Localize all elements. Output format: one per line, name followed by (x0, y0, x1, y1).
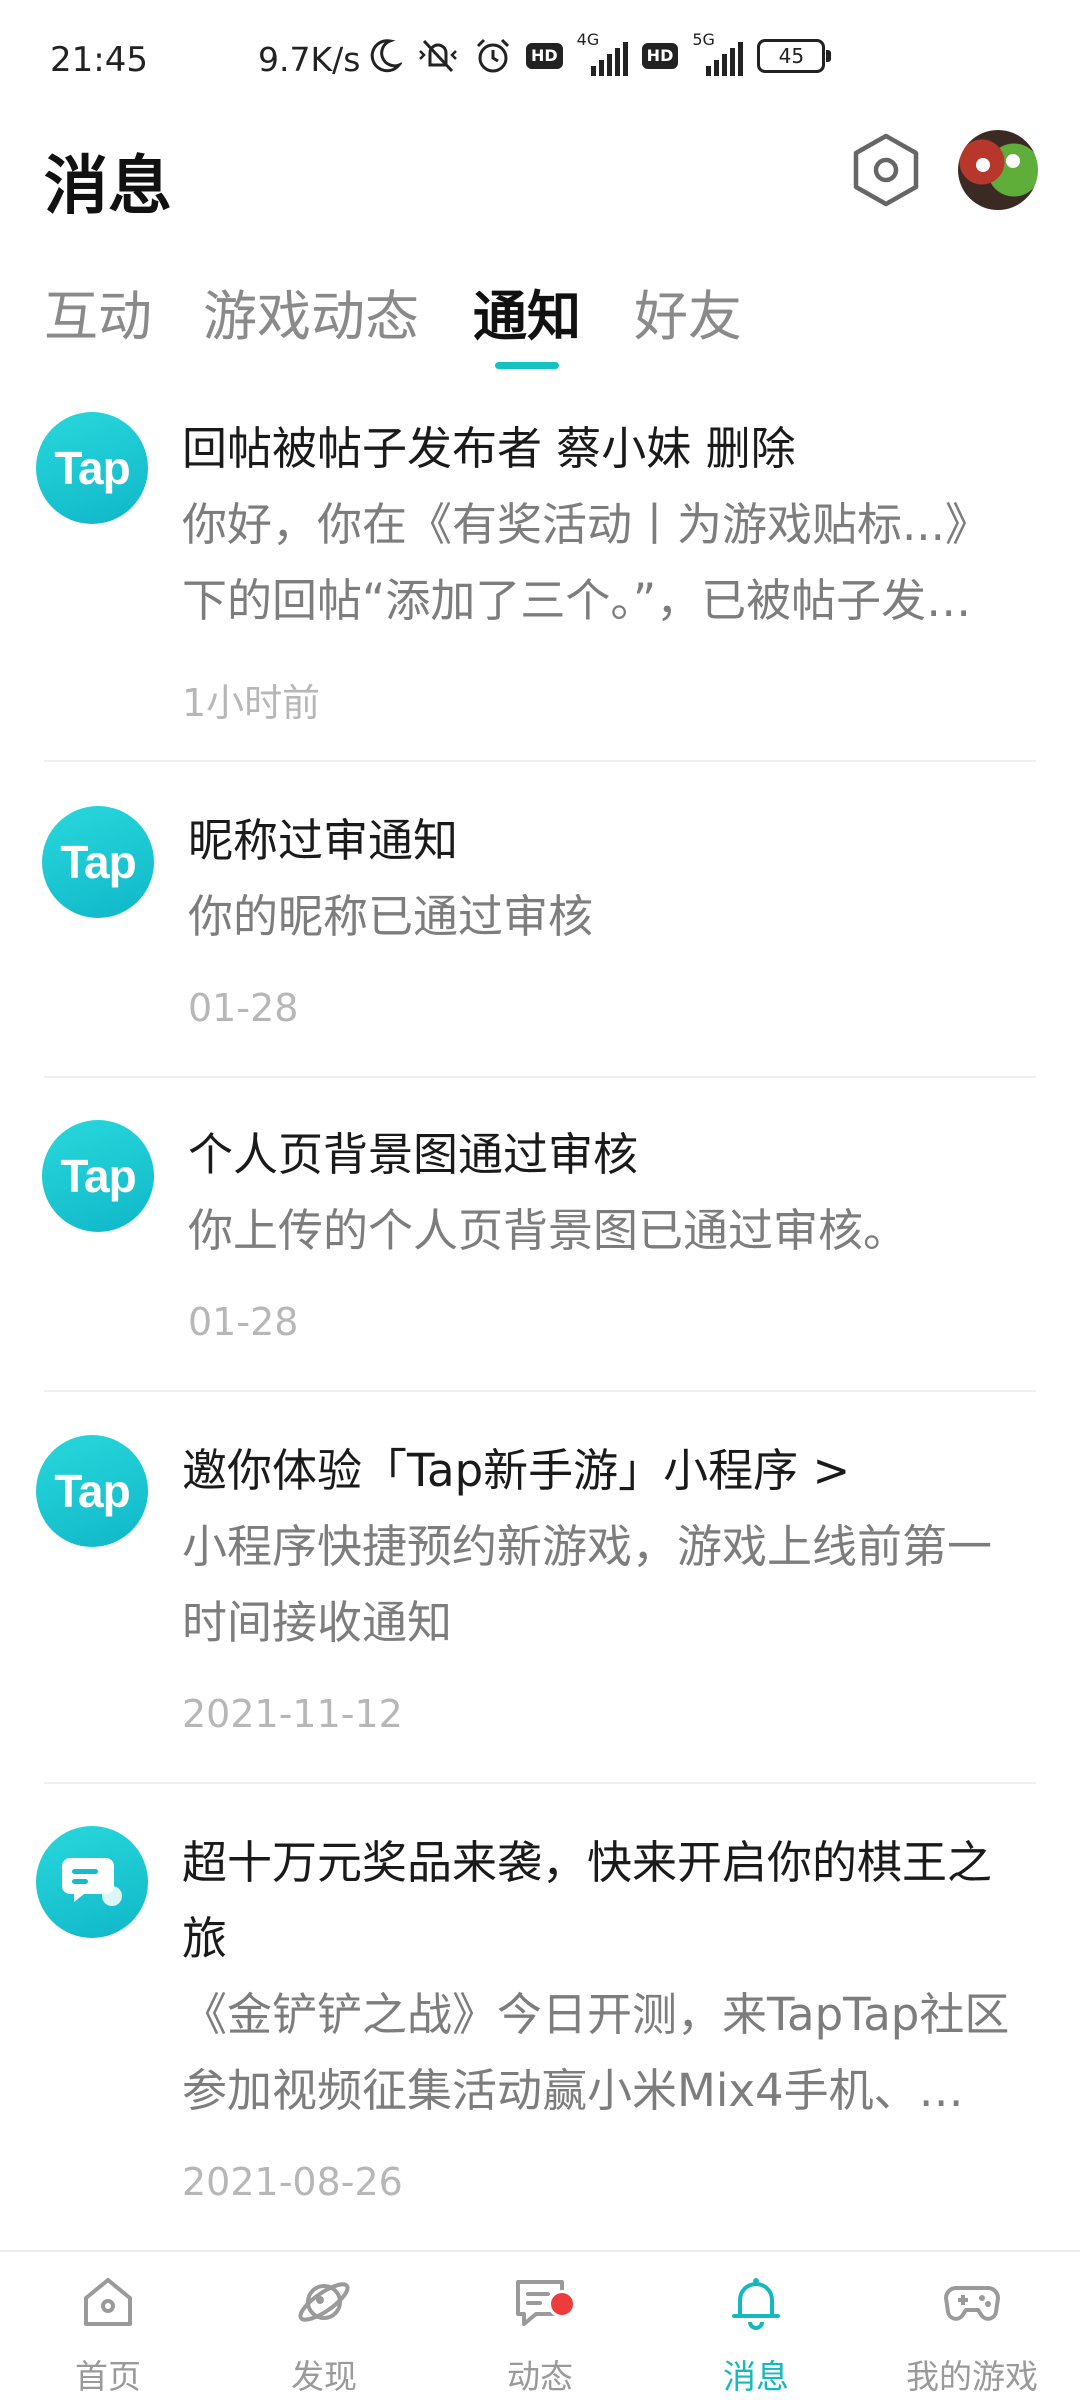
hd-badge-2: HD (641, 43, 679, 69)
settings-button[interactable] (850, 130, 922, 210)
signal-5g-icon: 5G (692, 30, 744, 76)
signal-4g-icon: 4G (577, 30, 628, 76)
item-body: 下的回帖“添加了三个。”，已被帖子发… (182, 574, 972, 627)
nav-discover[interactable]: 发现 (216, 2252, 432, 2400)
hd-badge-1: HD (526, 43, 563, 69)
item-title: 旅 (182, 1912, 228, 1965)
battery-icon: 45 (757, 39, 832, 73)
tap-logo-text: Tap (60, 1150, 136, 1202)
nav-label: 发现 (291, 2357, 357, 2396)
nav-label: 消息 (723, 2357, 789, 2396)
item-time: 1小时前 (182, 681, 321, 725)
network-2-label: 5G (692, 30, 715, 49)
bottom-nav: 首页 发现 动态 消息 我的游戏 (0, 2250, 1080, 2400)
tap-logo-icon: Tap (36, 1435, 148, 1547)
item-body: 你的昵称已通过审核 (188, 890, 594, 943)
tab-friends[interactable]: 好友 (634, 272, 742, 351)
divider (44, 1782, 1036, 1784)
moon-icon (370, 36, 402, 76)
nav-label: 动态 (507, 2357, 573, 2396)
item-body: 你上传的个人页背景图已通过审核。 (188, 1204, 909, 1257)
status-time: 21:45 (50, 40, 148, 80)
page-title: 消息 (44, 150, 172, 224)
home-icon (84, 2278, 132, 2326)
tap-logo-text: Tap (54, 442, 130, 494)
item-title: 回帖被帖子发布者 蔡小妹 删除 (182, 422, 796, 475)
tap-logo-icon: Tap (36, 412, 148, 524)
item-title: 超十万元奖品来袭，快来开启你的棋王之 (182, 1836, 993, 1889)
item-title: 昵称过审通知 (188, 814, 459, 867)
divider (44, 1076, 1036, 1078)
tap-logo-icon: Tap (42, 1120, 154, 1232)
nav-feed[interactable]: 动态 (432, 2252, 648, 2400)
active-tab-indicator (495, 362, 559, 369)
planet-icon (298, 2282, 350, 2322)
network-speed: 9.7K/s (258, 40, 361, 79)
item-body: 《金铲铲之战》今日开测，来TapTap社区 (182, 1988, 1010, 2041)
screen: 21:45 9.7K/s HD 4G HD 5G 45 消息 互动 游戏动态 通… (0, 0, 1080, 2400)
notification-badge-dot (548, 2290, 576, 2318)
status-bar: 21:45 9.7K/s HD 4G HD 5G 45 (0, 0, 1080, 128)
tab-interaction[interactable]: 互动 (44, 272, 152, 351)
battery-level: 45 (778, 44, 805, 68)
nav-my-games[interactable]: 我的游戏 (864, 2252, 1080, 2400)
tab-notifications[interactable]: 通知 (473, 272, 581, 351)
item-time: 2021-11-12 (182, 1692, 403, 1736)
avatar[interactable] (958, 130, 1038, 210)
nav-label: 首页 (75, 2357, 141, 2396)
nav-messages[interactable]: 消息 (648, 2252, 864, 2400)
item-time: 2021-08-26 (182, 2160, 403, 2204)
tab-game-updates[interactable]: 游戏动态 (203, 272, 419, 351)
item-body: 你好，你在《有奖活动丨为游戏贴标...》 (182, 498, 990, 551)
network-1-label: 4G (576, 30, 600, 49)
alarm-icon (474, 36, 512, 76)
item-title: 个人页背景图通过审核 (188, 1128, 639, 1181)
item-body: 时间接收通知 (182, 1596, 453, 1649)
divider (44, 760, 1036, 762)
tap-logo-text: Tap (54, 1465, 130, 1517)
nav-home[interactable]: 首页 (0, 2252, 216, 2400)
divider (44, 1390, 1036, 1392)
chat-bubble-icon (36, 1826, 148, 1938)
item-time: 01-28 (188, 986, 299, 1030)
status-icons: HD 4G HD 5G 45 (370, 30, 832, 76)
item-title: 邀你体验「Tap新手游」小程序 > (182, 1444, 851, 1497)
tap-logo-text: Tap (60, 836, 136, 888)
bell-icon (732, 2278, 780, 2330)
gamepad-icon (944, 2286, 1000, 2321)
nav-label: 我的游戏 (906, 2357, 1038, 2396)
gear-hex-icon (853, 133, 919, 207)
mute-vibrate-icon (416, 36, 460, 76)
tap-logo-icon: Tap (42, 806, 154, 918)
item-time: 01-28 (188, 1300, 299, 1344)
item-body: 小程序快捷预约新游戏，游戏上线前第一 (182, 1520, 993, 1573)
item-body: 参加视频征集活动赢小米Mix4手机、… (182, 2064, 964, 2117)
